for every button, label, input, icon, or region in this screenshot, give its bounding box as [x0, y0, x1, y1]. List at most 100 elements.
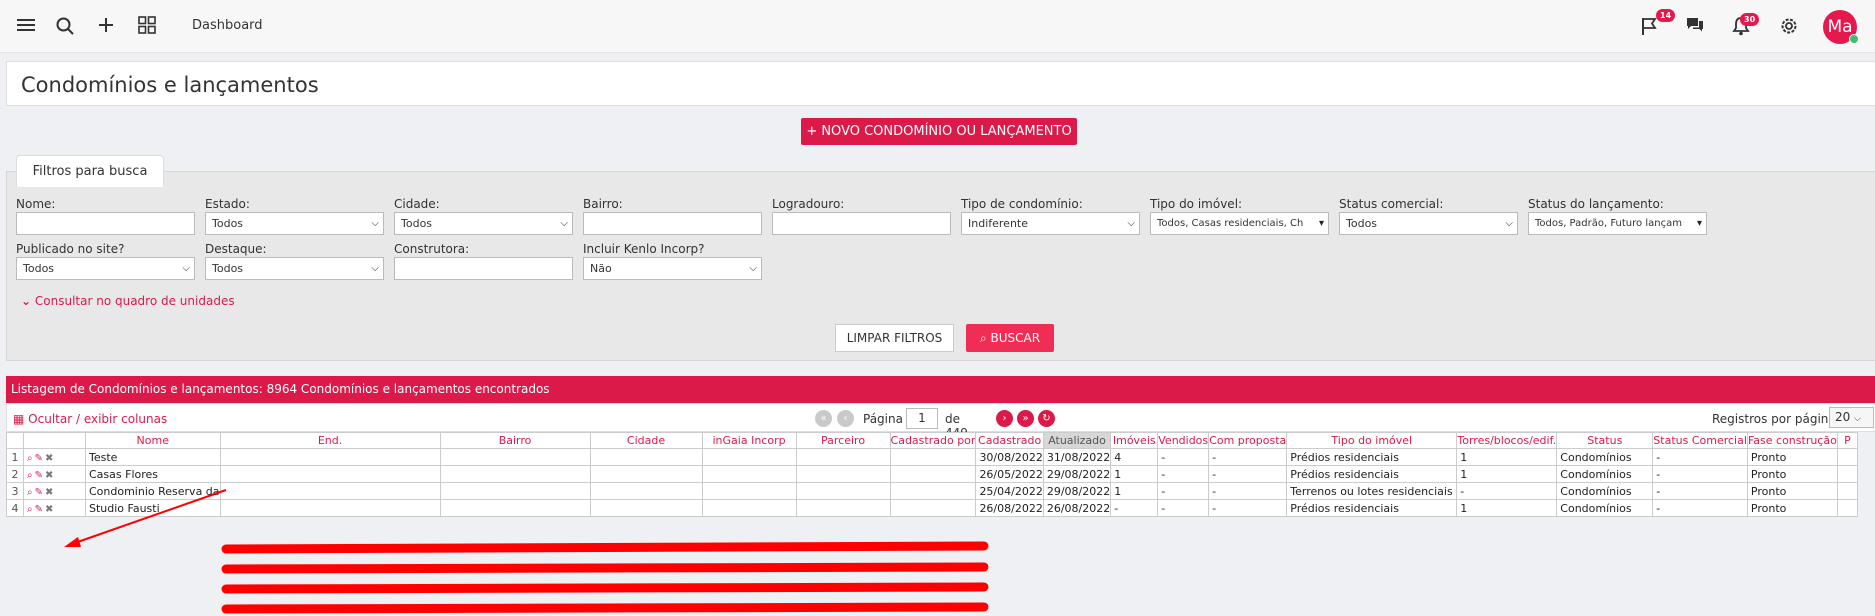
- view-icon[interactable]: ⌕: [27, 504, 33, 515]
- per-page-select[interactable]: 20 ⌵: [1829, 407, 1874, 428]
- row-actions: ⌕ ✎ ✖: [23, 448, 86, 466]
- cell-nome[interactable]: Condominio Reserva da: [85, 482, 221, 500]
- publicado-select[interactable]: Todos ⌵: [16, 257, 195, 280]
- nome-input[interactable]: [16, 212, 195, 235]
- edit-icon[interactable]: ✎: [35, 453, 43, 464]
- column-header[interactable]: Nome: [85, 432, 221, 449]
- consult-units-link[interactable]: ⌄ Consultar no quadro de unidades: [21, 294, 235, 308]
- cell-status: Condomínios: [1556, 465, 1654, 483]
- search-icon: ⌕: [979, 331, 987, 345]
- search-icon[interactable]: [56, 17, 74, 35]
- column-header[interactable]: Status: [1556, 432, 1654, 449]
- settings-gear-icon[interactable]: [1779, 16, 1799, 36]
- construtora-input[interactable]: [394, 257, 573, 280]
- chevron-down-icon: ⌵: [1127, 218, 1135, 229]
- edit-icon[interactable]: ✎: [35, 504, 43, 515]
- cell-tipo: Prédios residenciais: [1286, 499, 1458, 517]
- status-comercial-select[interactable]: Todos ⌵: [1339, 212, 1518, 235]
- status-lancamento-select[interactable]: Todos, Padrão, Futuro lançam ▾: [1528, 212, 1707, 235]
- cell-parceiro: [795, 482, 891, 500]
- table-row[interactable]: 1 ⌕ ✎ ✖ Teste 30/08/2022 31/08/2022 4 - - …: [6, 448, 1858, 466]
- column-header[interactable]: Com proposta: [1208, 432, 1288, 449]
- prev-page-icon[interactable]: ‹: [837, 410, 854, 427]
- column-header[interactable]: Bairro: [439, 432, 591, 449]
- logradouro-input[interactable]: [772, 212, 951, 235]
- first-page-icon[interactable]: «: [815, 410, 832, 427]
- clear-filters-button[interactable]: LIMPAR FILTROS: [835, 324, 954, 352]
- redaction-strokes: [221, 541, 989, 614]
- cell-torres: -: [1456, 482, 1558, 500]
- delete-icon[interactable]: ✖: [45, 470, 53, 481]
- view-icon[interactable]: ⌕: [27, 487, 33, 498]
- cell-nome[interactable]: Studio Fausti: [85, 499, 221, 517]
- cidade-select[interactable]: Todos ⌵: [394, 212, 573, 235]
- bairro-input[interactable]: [583, 212, 762, 235]
- dashboard-link[interactable]: Dashboard: [192, 18, 263, 33]
- cell-proposta: -: [1208, 448, 1288, 466]
- toggle-columns-label: Ocultar / exibir colunas: [28, 412, 168, 426]
- table-row[interactable]: 3 ⌕ ✎ ✖ Condominio Reserva da 25/04/2022 2…: [6, 482, 1858, 500]
- cell-cidade: [589, 448, 703, 466]
- search-button[interactable]: ⌕ BUSCAR: [966, 324, 1054, 352]
- toggle-columns-link[interactable]: ▦ Ocultar / exibir colunas: [13, 412, 167, 426]
- column-header[interactable]: P: [1836, 432, 1858, 449]
- destaque-label: Destaque:: [205, 242, 267, 256]
- cell-tipo: Prédios residenciais: [1286, 465, 1458, 483]
- column-header[interactable]: Cidade: [589, 432, 703, 449]
- table-row[interactable]: 2 ⌕ ✎ ✖ Casas Flores 26/05/2022 29/08/2022…: [6, 465, 1858, 483]
- column-header[interactable]: Cadastrado por: [889, 432, 977, 449]
- edit-icon[interactable]: ✎: [35, 487, 43, 498]
- cell-status-comercial: -: [1652, 482, 1748, 500]
- destaque-select[interactable]: Todos ⌵: [205, 257, 384, 280]
- next-page-icon[interactable]: ›: [996, 410, 1013, 427]
- delete-icon[interactable]: ✖: [45, 504, 53, 515]
- column-header[interactable]: Status Comercial: [1652, 432, 1748, 449]
- flag-icon[interactable]: [1640, 16, 1658, 36]
- page-label: Página: [863, 412, 903, 426]
- cell-bairro: [439, 465, 591, 483]
- status-lancamento-label: Status do lançamento:: [1528, 197, 1664, 211]
- cell-atualizado: 26/08/2022: [1042, 499, 1112, 517]
- page-number-input[interactable]: 1: [906, 408, 938, 429]
- dashboard-grid-icon[interactable]: [138, 16, 156, 34]
- column-header[interactable]: Vendidos: [1157, 432, 1210, 449]
- last-page-icon[interactable]: »: [1017, 410, 1034, 427]
- row-actions: ⌕ ✎ ✖: [23, 499, 86, 517]
- table-row[interactable]: 4 ⌕ ✎ ✖ Studio Fausti 26/08/2022 26/08/202…: [6, 499, 1858, 517]
- cell-nome[interactable]: Casas Flores: [85, 465, 221, 483]
- column-header-sorted[interactable]: Atualizado: [1042, 432, 1112, 449]
- column-header[interactable]: inGaia Incorp: [701, 432, 797, 449]
- cell-end: [219, 465, 441, 483]
- column-header[interactable]: Parceiro: [795, 432, 891, 449]
- view-icon[interactable]: ⌕: [27, 453, 33, 464]
- view-icon[interactable]: ⌕: [27, 470, 33, 481]
- column-header[interactable]: Fase construção: [1746, 432, 1838, 449]
- refresh-icon[interactable]: ↻: [1038, 410, 1055, 427]
- new-condominium-button[interactable]: + NOVO CONDOMÍNIO OU LANÇAMENTO: [801, 118, 1077, 145]
- hamburger-menu-icon[interactable]: [17, 17, 35, 33]
- tipo-condominio-select[interactable]: Indiferente ⌵: [961, 212, 1140, 235]
- edit-icon[interactable]: ✎: [35, 470, 43, 481]
- estado-select[interactable]: Todos ⌵: [205, 212, 384, 235]
- cell-extra: [1836, 465, 1858, 483]
- cell-end: [219, 499, 441, 517]
- redaction-stroke: [221, 602, 989, 614]
- delete-icon[interactable]: ✖: [45, 453, 53, 464]
- cell-nome[interactable]: Teste: [85, 448, 221, 466]
- cell-extra: [1836, 448, 1858, 466]
- page-title: Condomínios e lançamentos: [21, 73, 319, 97]
- column-header[interactable]: End.: [219, 432, 441, 449]
- column-header[interactable]: Cadastrado: [975, 432, 1044, 449]
- chat-icon[interactable]: [1686, 17, 1704, 33]
- column-header[interactable]: Imóveis: [1110, 432, 1159, 449]
- filters-tab[interactable]: Filtros para busca: [16, 155, 164, 187]
- add-icon[interactable]: [97, 16, 115, 34]
- cell-bairro: [439, 448, 591, 466]
- tipo-imovel-select[interactable]: Todos, Casas residenciais, Ch ▾: [1150, 212, 1329, 235]
- redaction-stroke: [221, 562, 989, 574]
- column-header[interactable]: Torres/blocos/edif.: [1456, 432, 1558, 449]
- delete-icon[interactable]: ✖: [45, 487, 53, 498]
- column-header[interactable]: Tipo do imóvel: [1286, 432, 1458, 449]
- kenlo-incorp-select[interactable]: Não ⌵: [583, 257, 762, 280]
- chevron-down-icon: ⌵: [1505, 218, 1513, 229]
